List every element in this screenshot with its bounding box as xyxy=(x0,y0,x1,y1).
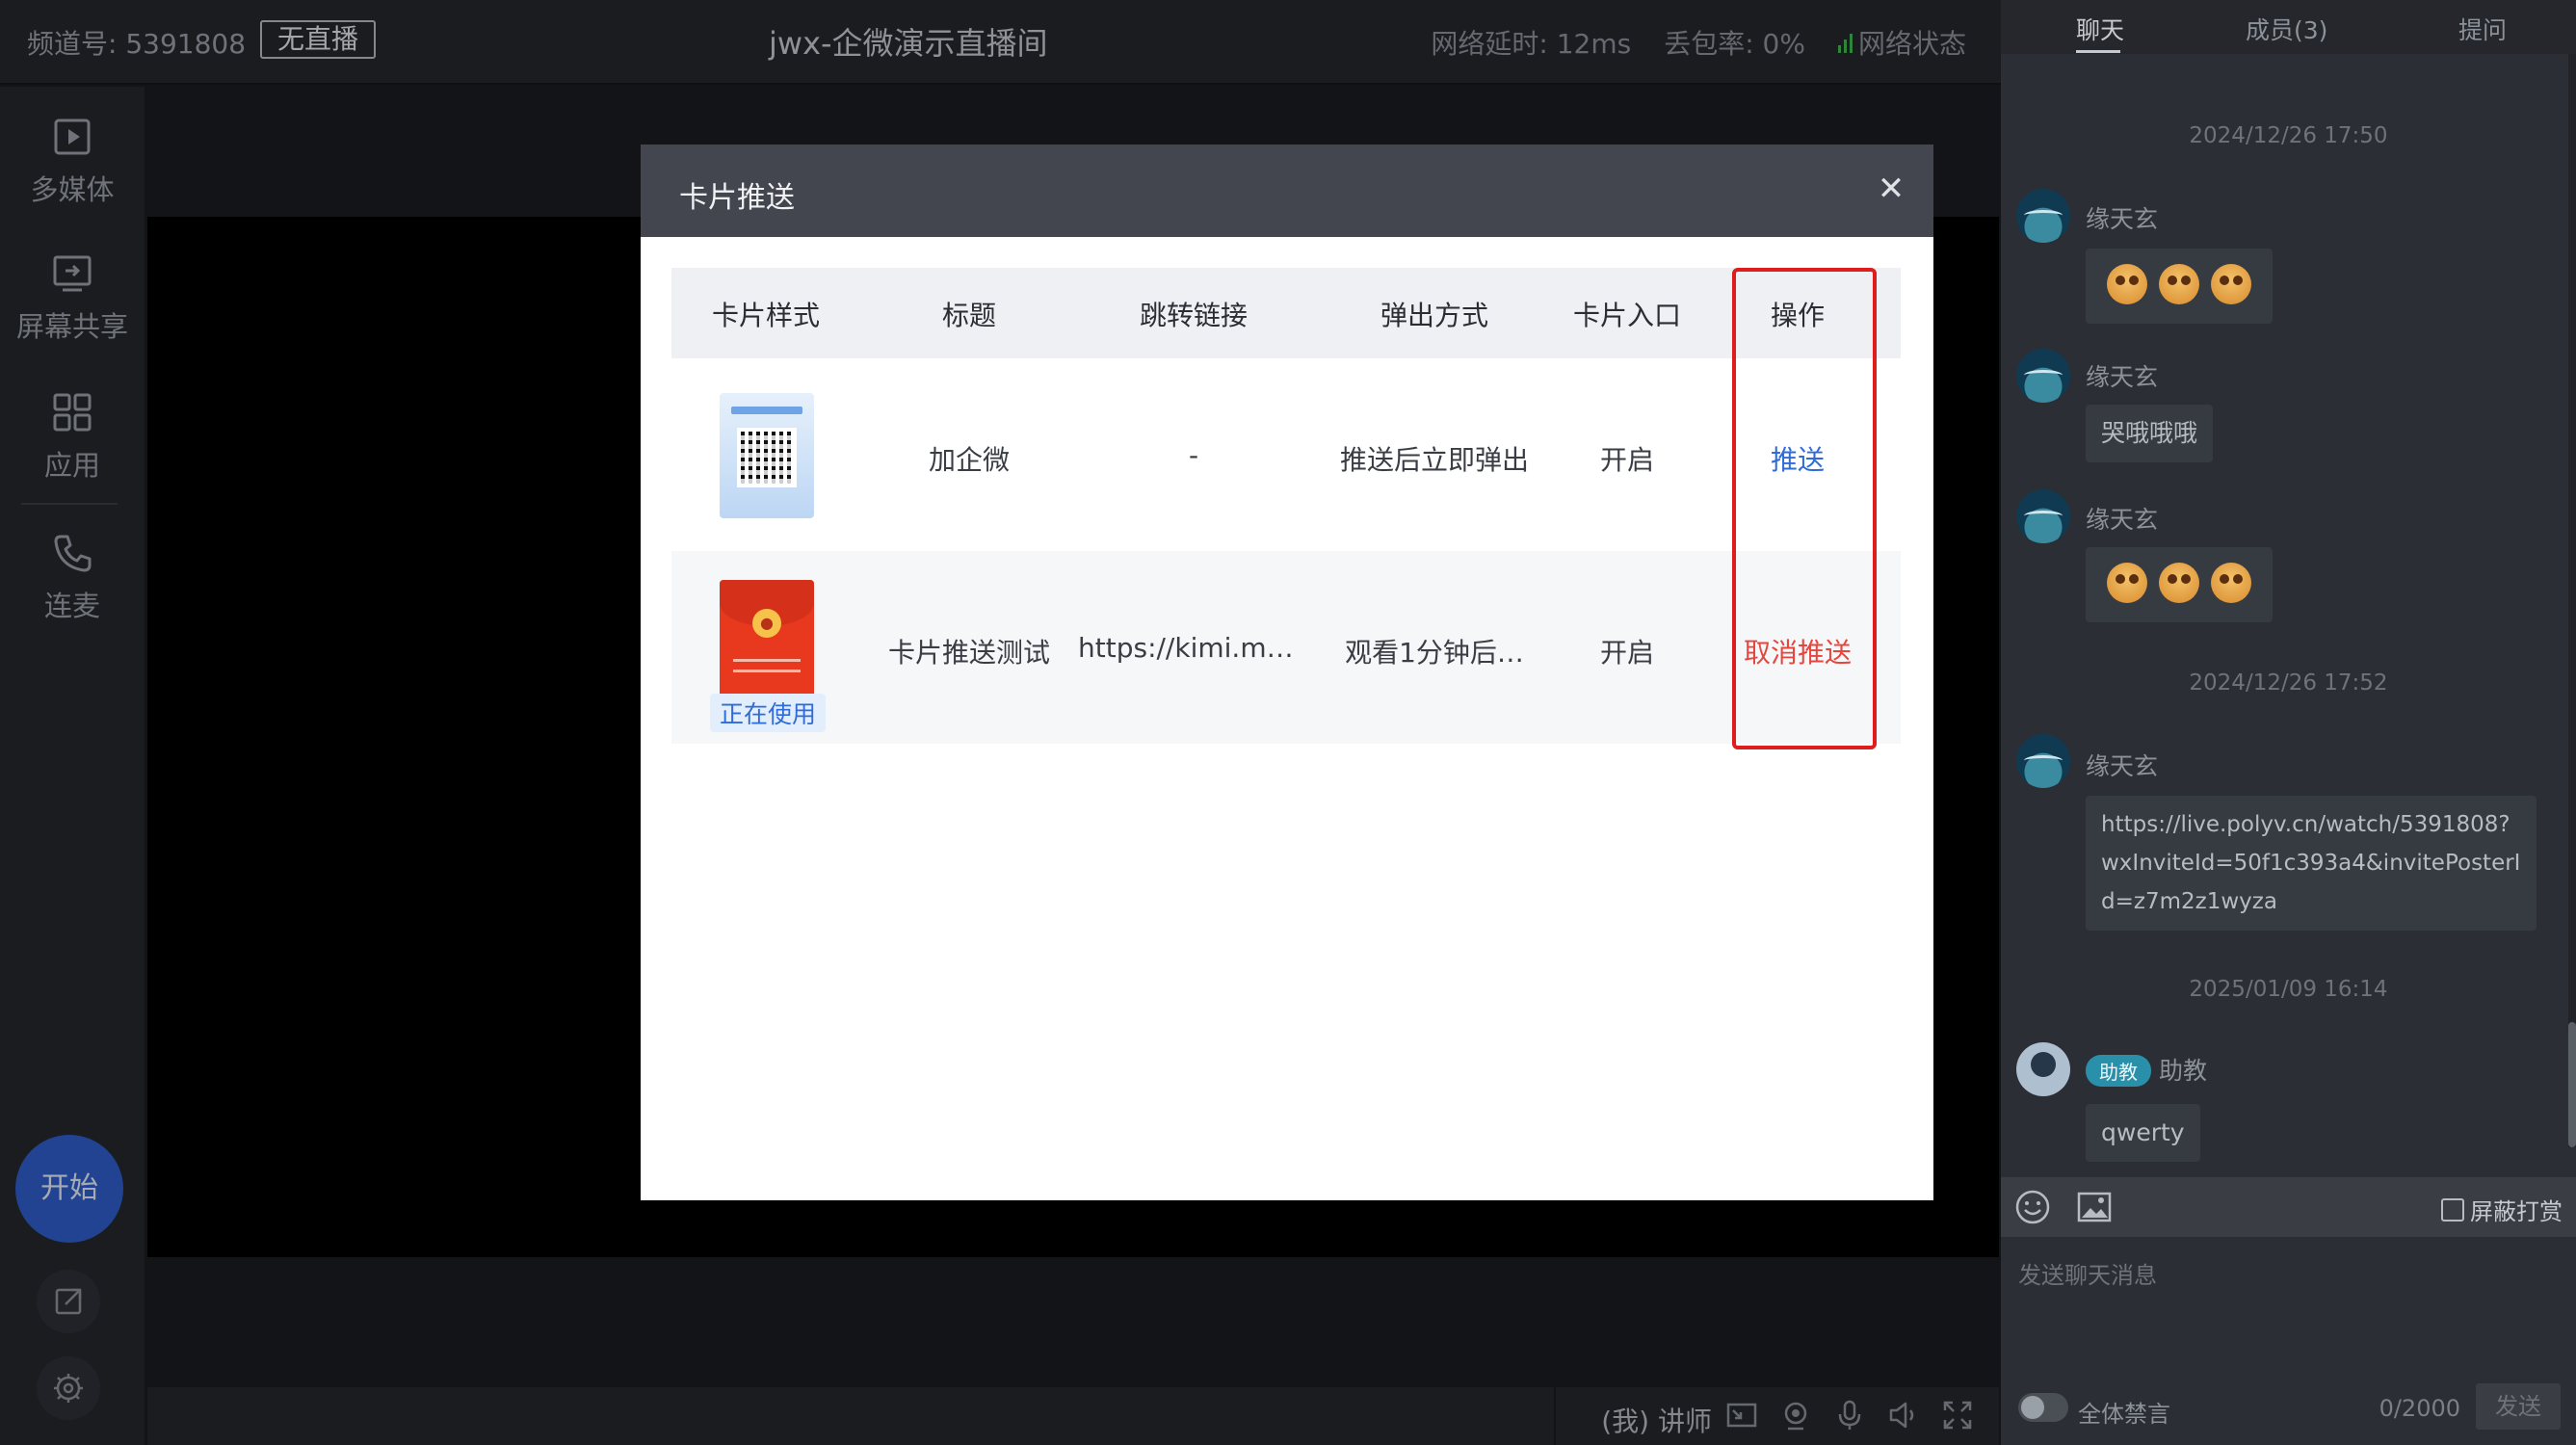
col-popup: 弹出方式 xyxy=(1380,300,1488,331)
chat-message-emoji xyxy=(2086,547,2273,622)
avatar xyxy=(2016,489,2070,543)
chat-message-emoji xyxy=(2086,249,2273,324)
card-title: 加企微 xyxy=(928,444,1010,476)
close-icon[interactable]: ✕ xyxy=(1872,170,1910,208)
card-text-lines xyxy=(733,659,801,672)
chat-toolbar: 屏蔽打赏 xyxy=(2001,1177,2576,1237)
chat-input-placeholder[interactable]: 发送聊天消息 xyxy=(2018,1256,2157,1290)
grin-emoji-icon xyxy=(2159,264,2199,304)
card-popup: 观看1分钟后… xyxy=(1345,637,1524,669)
card-popup: 推送后立即弹出 xyxy=(1339,444,1529,476)
col-link: 跳转链接 xyxy=(1139,300,1248,331)
chat-username: 缘天玄 xyxy=(2086,363,2159,391)
chat-tabs: 聊天 成员(3) 提问 xyxy=(2001,0,2576,54)
chat-username: 缘天玄 xyxy=(2086,506,2159,534)
toggle-knob xyxy=(2021,1396,2044,1419)
chat-username-text: 助教 xyxy=(2159,1057,2208,1085)
in-use-badge: 正在使用 xyxy=(710,694,827,732)
tab-questions[interactable]: 提问 xyxy=(2458,12,2507,46)
checkbox-box xyxy=(2441,1197,2464,1222)
active-tab-indicator xyxy=(2076,50,2120,53)
avatar xyxy=(2016,349,2070,403)
qr-card-thumbnail xyxy=(720,393,814,518)
card-entry: 开启 xyxy=(1599,444,1654,476)
chat-panel: 聊天 成员(3) 提问 2024/12/26 17:50 缘天玄 缘天玄 哭哦哦… xyxy=(2001,0,2576,1445)
col-card-style: 卡片样式 xyxy=(711,300,820,331)
card-link: https://kimi.mo… xyxy=(1078,632,1309,664)
block-reward-checkbox[interactable]: 屏蔽打赏 xyxy=(2441,1193,2563,1226)
mute-all-toggle[interactable] xyxy=(2018,1393,2068,1422)
scrollbar-thumb[interactable] xyxy=(2568,1022,2576,1147)
chat-message-link[interactable]: https://live.polyv.cn/watch/5391808?wxIn… xyxy=(2086,796,2537,931)
coin-icon: ● xyxy=(752,609,781,638)
send-button[interactable]: 发送 xyxy=(2476,1383,2561,1430)
card-banner xyxy=(731,407,802,414)
card-entry: 开启 xyxy=(1599,637,1654,669)
chat-message: qwerty xyxy=(2086,1104,2200,1162)
chat-timestamp: 2024/12/26 17:50 xyxy=(2189,123,2388,148)
avatar xyxy=(2016,1042,2070,1096)
grin-emoji-icon xyxy=(2211,264,2251,304)
emoji-icon[interactable] xyxy=(2014,1189,2051,1229)
mute-all-label: 全体禁言 xyxy=(2078,1401,2170,1428)
shock-emoji-icon xyxy=(2211,563,2251,603)
chat-username: 缘天玄 xyxy=(2086,752,2159,780)
tab-chat[interactable]: 聊天 xyxy=(2076,12,2124,46)
shock-emoji-icon xyxy=(2159,563,2199,603)
card-title: 卡片推送测试 xyxy=(887,637,1050,669)
tab-members[interactable]: 成员(3) xyxy=(2246,12,2327,46)
card-link: - xyxy=(1188,439,1199,471)
image-icon[interactable] xyxy=(2076,1189,2113,1229)
chat-message: 哭哦哦哦 xyxy=(2086,405,2214,462)
qr-code-icon xyxy=(737,428,797,487)
shock-emoji-icon xyxy=(2107,563,2147,603)
block-reward-label: 屏蔽打赏 xyxy=(2470,1198,2563,1225)
avatar xyxy=(2016,189,2070,243)
dialog-header: 卡片推送 ✕ xyxy=(641,144,1933,237)
dialog-title: 卡片推送 xyxy=(679,181,795,215)
col-title: 标题 xyxy=(941,300,996,331)
col-entry: 卡片入口 xyxy=(1572,300,1681,331)
chat-timestamp: 2025/01/09 16:14 xyxy=(2189,977,2388,1002)
role-badge: 助教 xyxy=(2086,1055,2151,1087)
chat-username: 助教 助教 xyxy=(2086,1052,2207,1087)
grin-emoji-icon xyxy=(2107,264,2147,304)
chat-scrollbar[interactable] xyxy=(2568,54,2576,1147)
avatar xyxy=(2016,734,2070,788)
chat-timestamp: 2024/12/26 17:52 xyxy=(2189,670,2388,696)
table-row: ● 正在使用 卡片推送测试 https://kimi.mo… 观看1分钟后… 开… xyxy=(671,551,1901,744)
action-column-highlight xyxy=(1732,268,1877,749)
char-counter: 0/2000 xyxy=(2379,1395,2460,1422)
chat-input-area[interactable]: 发送聊天消息 全体禁言 0/2000 发送 xyxy=(2001,1237,2576,1445)
chat-username: 缘天玄 xyxy=(2086,205,2159,233)
table-row: 加企微 - 推送后立即弹出 开启 推送 xyxy=(671,358,1901,551)
red-packet-card-thumbnail: ● xyxy=(720,580,814,705)
table-header: 卡片样式 标题 跳转链接 弹出方式 卡片入口 操作 xyxy=(671,268,1901,358)
